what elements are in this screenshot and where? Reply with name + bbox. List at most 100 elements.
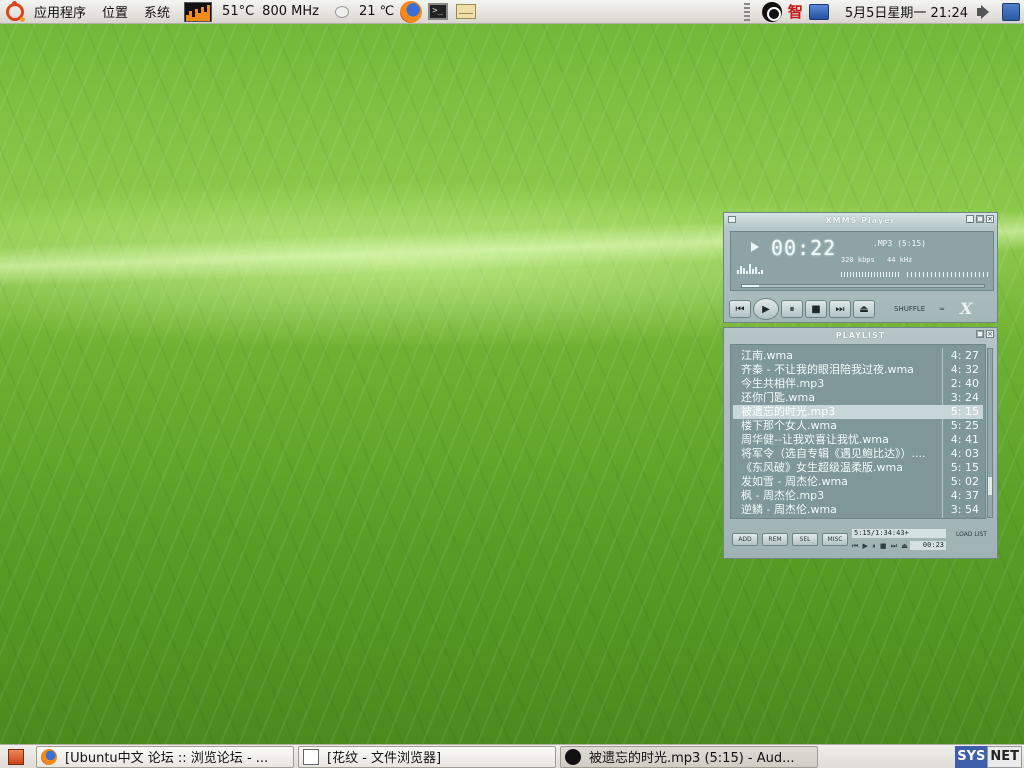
playlist-item[interactable]: 逆鳞 - 周杰伦.wma 3: 54 bbox=[733, 503, 983, 517]
playlist-select-button[interactable]: SEL bbox=[792, 533, 818, 546]
bottom-panel: [Ubuntu中文 论坛 :: 浏览论坛 - ... [花纹 - 文件浏览器] … bbox=[0, 744, 1024, 768]
visualizer[interactable] bbox=[737, 262, 797, 274]
playlist-list: 江南.wma 4: 27 齐秦 - 不让我的眼泪陪我过夜.wma 4: 32 今生共相伴… bbox=[730, 344, 986, 519]
panel-grip-handle[interactable] bbox=[743, 2, 750, 21]
balance-slider[interactable] bbox=[907, 272, 989, 277]
mail-launcher-icon[interactable] bbox=[456, 4, 477, 19]
playlist-item-duration: 3: 54 bbox=[950, 503, 979, 516]
weather-temperature[interactable]: 21 ℃ bbox=[355, 4, 398, 19]
logout-icon[interactable] bbox=[1002, 2, 1020, 21]
playlist-item[interactable]: 今生共相伴.mp3 2: 40 bbox=[733, 377, 983, 391]
firefox-launcher-icon[interactable] bbox=[400, 0, 423, 23]
xmms-titlebar[interactable]: XMMS Player _ □ × bbox=[724, 213, 997, 227]
volume-icon[interactable] bbox=[976, 4, 996, 20]
xmms-player-window: XMMS Player _ □ × 00:22 .MP3 (5:15) 320 … bbox=[723, 212, 998, 323]
playlist-item[interactable]: 周华健--让我欢喜让我忧.wma 4: 41 bbox=[733, 433, 983, 447]
eject-button[interactable]: ⏏ bbox=[853, 300, 875, 318]
playlist-mini-controls[interactable]: ⏮ ▶ ⏸ ■ ⏭ ⏏ bbox=[852, 542, 909, 551]
show-desktop-icon[interactable] bbox=[8, 748, 24, 765]
play-button[interactable]: ▶ bbox=[753, 298, 779, 320]
close-button[interactable]: × bbox=[986, 215, 994, 223]
taskbar-item-file-browser[interactable]: [花纹 - 文件浏览器] bbox=[298, 745, 556, 768]
terminal-launcher-icon[interactable]: >_ bbox=[428, 3, 449, 20]
audacious-icon bbox=[565, 748, 581, 765]
playlist-item[interactable]: 被遗忘的时光.mp3 5: 15 bbox=[733, 405, 983, 419]
playlist-item-title: 被遗忘的时光.mp3 bbox=[741, 405, 836, 418]
playlist-item[interactable]: 齐秦 - 不让我的眼泪陪我过夜.wma 4: 32 bbox=[733, 363, 983, 377]
places-menu[interactable]: 位置 bbox=[94, 0, 136, 24]
system-menu-label: 系统 bbox=[144, 6, 171, 21]
playlist-item-duration: 5: 02 bbox=[950, 475, 979, 488]
playlist-item-title: 逆鳞 - 周杰伦.wma bbox=[741, 503, 837, 516]
song-title-marquee: .MP3 (5:15) bbox=[873, 239, 926, 248]
weather-icon[interactable] bbox=[333, 4, 351, 20]
playlist-item[interactable]: 将军令（选自专辑《遇见鲍比达》）.... 4: 03 bbox=[733, 447, 983, 461]
playback-controls: ⏮ ▶ ⏸ ■ ⏭ ⏏ bbox=[729, 298, 909, 320]
playlist-item[interactable]: 《东风破》女生超级温柔版.wma 5: 15 bbox=[733, 461, 983, 475]
stop-button[interactable]: ■ bbox=[805, 300, 827, 318]
firefox-icon bbox=[41, 748, 57, 765]
xmms-logo[interactable]: X bbox=[960, 299, 972, 318]
playlist-shade-button[interactable]: □ bbox=[976, 330, 984, 338]
previous-button[interactable]: ⏮ bbox=[729, 300, 751, 318]
xmms-title: XMMS Player bbox=[825, 215, 896, 225]
playlist-item-duration: 4: 41 bbox=[950, 433, 979, 446]
playlist-item-title: 还你门匙.wma bbox=[741, 391, 815, 404]
playlist-item-duration: 5: 15 bbox=[950, 461, 979, 474]
taskbar-item-label: 被遗忘的时光.mp3 (5:15) - Aud... bbox=[589, 751, 795, 766]
load-list-button[interactable]: LOAD LIST bbox=[956, 531, 987, 538]
playlist-item-duration: 3: 24 bbox=[950, 391, 979, 404]
playlist-item[interactable]: 江南.wma 4: 27 bbox=[733, 349, 983, 363]
playlist-add-button[interactable]: ADD bbox=[732, 533, 758, 546]
playlist-item[interactable]: 发如雪 - 周杰伦.wma 5: 02 bbox=[733, 475, 983, 489]
input-method-icon[interactable]: 智 bbox=[788, 1, 803, 22]
system-menu[interactable]: 系统 bbox=[136, 0, 178, 24]
playlist-item[interactable]: 枫 - 周杰伦.mp3 4: 37 bbox=[733, 489, 983, 503]
xmms-playlist-window: PLAYLIST □ × 江南.wma 4: 27 齐秦 - 不让我的眼泪陪我过夜.… bbox=[723, 327, 998, 559]
playlist-titlebar[interactable]: PLAYLIST □ × bbox=[724, 328, 997, 342]
play-status-icon bbox=[751, 242, 759, 252]
playlist-item-title: 今生共相伴.mp3 bbox=[741, 377, 825, 390]
playlist-misc-button[interactable]: MISC bbox=[822, 533, 848, 546]
playlist-item-duration: 4: 27 bbox=[950, 349, 979, 362]
network-icon[interactable] bbox=[808, 3, 829, 20]
system-monitor-applet[interactable]: SYS NET bbox=[955, 745, 1022, 768]
playlist-item[interactable]: 楼下那个女人.wma 5: 25 bbox=[733, 419, 983, 433]
clock[interactable]: 5月5日星期一 21:24 bbox=[835, 2, 974, 21]
playlist-item-title: 齐秦 - 不让我的眼泪陪我过夜.wma bbox=[741, 363, 914, 376]
seek-bar[interactable] bbox=[741, 284, 985, 288]
playlist-close-button[interactable]: × bbox=[986, 330, 994, 338]
playlist-item-title: 发如雪 - 周杰伦.wma bbox=[741, 475, 848, 488]
minimize-button[interactable]: _ bbox=[966, 215, 974, 223]
applications-menu[interactable]: 应用程序 bbox=[0, 0, 94, 24]
playlist-remove-button[interactable]: REM bbox=[762, 533, 788, 546]
playlist-item-duration: 5: 15 bbox=[950, 405, 979, 418]
taskbar-item-firefox[interactable]: [Ubuntu中文 论坛 :: 浏览论坛 - ... bbox=[36, 745, 294, 768]
cpu-temperature[interactable]: 51°C bbox=[218, 4, 258, 19]
audacious-tray-icon[interactable] bbox=[761, 1, 782, 22]
playlist-item-title: 将军令（选自专辑《遇见鲍比达》）.... bbox=[741, 447, 926, 460]
taskbar-item-audacious[interactable]: 被遗忘的时光.mp3 (5:15) - Aud... bbox=[560, 745, 818, 768]
playlist-item-duration: 2: 40 bbox=[950, 377, 979, 390]
playlist-scrollbar[interactable] bbox=[987, 348, 993, 518]
xmms-display: 00:22 .MP3 (5:15) 320 kbps 44 kHz bbox=[730, 231, 994, 291]
applications-menu-label: 应用程序 bbox=[34, 6, 87, 21]
next-button[interactable]: ⏭ bbox=[829, 300, 851, 318]
cpu-frequency[interactable]: 800 MHz bbox=[258, 4, 323, 19]
volume-slider[interactable] bbox=[841, 272, 901, 277]
sample-rate: 44 kHz bbox=[887, 256, 913, 264]
xmms-menu-button[interactable] bbox=[728, 216, 736, 223]
repeat-toggle[interactable]: ≈ bbox=[939, 305, 945, 313]
playlist-item[interactable]: 还你门匙.wma 3: 24 bbox=[733, 391, 983, 405]
playlist-scrollbar-thumb[interactable] bbox=[988, 477, 992, 495]
playlist-item-title: 《东风破》女生超级温柔版.wma bbox=[741, 461, 903, 474]
shuffle-toggle[interactable]: SHUFFLE bbox=[894, 305, 925, 313]
shade-button[interactable]: □ bbox=[976, 215, 984, 223]
cpu-monitor-graph[interactable] bbox=[184, 1, 213, 22]
playlist-item-title: 周华健--让我欢喜让我忧.wma bbox=[741, 433, 889, 446]
ubuntu-logo-icon bbox=[6, 0, 25, 22]
bitrate: 320 kbps bbox=[841, 256, 875, 264]
elapsed-time[interactable]: 00:22 bbox=[771, 236, 836, 260]
pause-button[interactable]: ⏸ bbox=[781, 300, 803, 318]
taskbar-item-label: [Ubuntu中文 论坛 :: 浏览论坛 - ... bbox=[65, 751, 269, 766]
